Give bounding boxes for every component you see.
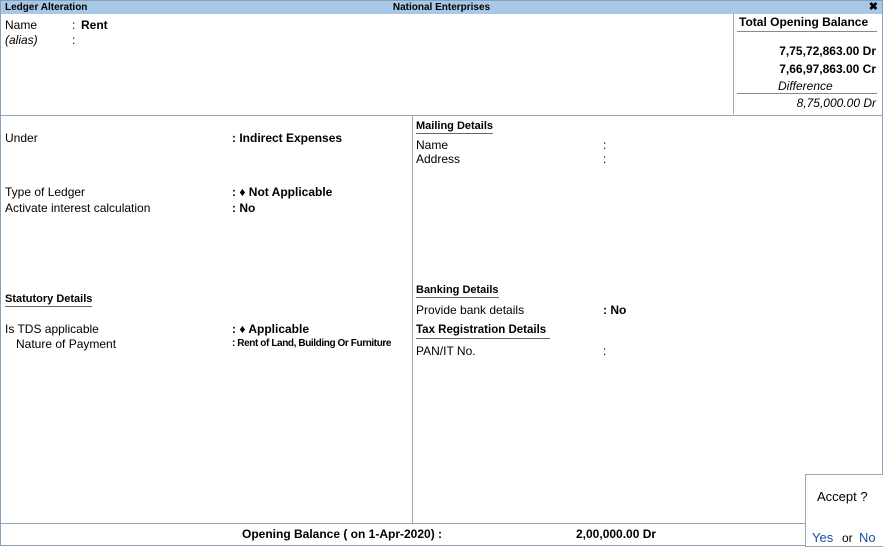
interest-calculation-label: Activate interest calculation — [5, 201, 151, 215]
tds-applicable-field[interactable]: : ♦ Applicable — [232, 322, 309, 336]
footer-divider — [1, 523, 805, 524]
under-field[interactable]: : Indirect Expenses — [232, 131, 342, 145]
dr-total: 7,75,72,863.00 Dr — [779, 44, 876, 58]
under-label: Under — [5, 131, 38, 145]
tax-registration-heading: Tax Registration Details — [416, 324, 550, 339]
accept-dialog: Accept ? Yes or No — [805, 474, 883, 547]
yes-button[interactable]: Yes — [812, 530, 833, 545]
no-button[interactable]: No — [859, 530, 876, 545]
column-divider — [412, 116, 413, 523]
alias-label: (alias) — [5, 33, 38, 47]
name-label: Name — [5, 18, 38, 32]
type-of-ledger-label: Type of Ledger — [5, 185, 86, 199]
opening-balance-label: Opening Balance ( on 1-Apr-2020) : — [242, 527, 443, 541]
interest-calculation-field[interactable]: : No — [232, 201, 255, 215]
type-of-ledger-field[interactable]: : ♦ Not Applicable — [232, 185, 332, 199]
total-opening-balance-panel: Total Opening Balance 7,75,72,863.00 Dr … — [733, 14, 883, 114]
bank-details-label: Provide bank details — [416, 303, 525, 317]
difference-value: 8,75,000.00 Dr — [796, 96, 876, 110]
opening-balance-field[interactable]: 2,00,000.00 Dr — [576, 527, 656, 541]
cr-total: 7,66,97,863.00 Cr — [779, 62, 876, 76]
banking-details-heading: Banking Details — [416, 284, 499, 298]
name-separator: : — [72, 18, 76, 32]
address-label: Address — [416, 152, 461, 166]
total-opening-balance-title: Total Opening Balance — [739, 15, 869, 29]
name-field[interactable]: Rent — [81, 18, 108, 32]
tds-applicable-label: Is TDS applicable — [5, 322, 99, 336]
pan-field[interactable]: : — [603, 344, 606, 358]
bank-details-field[interactable]: : No — [603, 303, 626, 317]
header-divider — [1, 115, 882, 116]
or-text: or — [842, 531, 853, 545]
nature-of-payment-label: Nature of Payment — [16, 337, 117, 351]
company-name: National Enterprises — [392, 2, 491, 13]
mailing-name-field[interactable]: : — [603, 138, 606, 152]
close-icon[interactable]: ✖ — [869, 1, 878, 14]
accept-prompt: Accept ? — [817, 489, 868, 504]
nature-of-payment-field[interactable]: : Rent of Land, Building Or Furniture — [232, 338, 391, 349]
statutory-details-heading: Statutory Details — [5, 293, 93, 307]
mailing-name-label: Name — [416, 138, 449, 152]
pan-label: PAN/IT No. — [416, 344, 476, 358]
alias-separator: : — [72, 33, 76, 47]
mailing-details-heading: Mailing Details — [416, 120, 494, 134]
difference-label: Difference — [778, 79, 833, 93]
title-bar: Ledger Alteration National Enterprises ✖ — [1, 1, 882, 14]
address-field[interactable]: : — [603, 152, 606, 166]
